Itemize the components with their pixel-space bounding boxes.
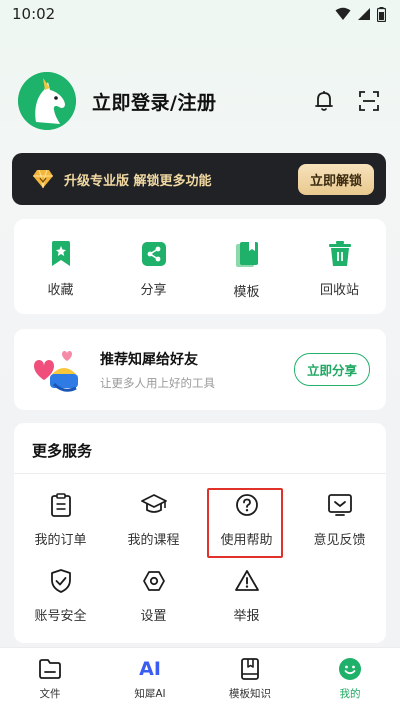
vip-upgrade-banner[interactable]: 升级专业版 解锁更多功能 立即解锁	[12, 153, 386, 205]
bell-icon[interactable]	[314, 90, 334, 112]
tab-template-knowledge[interactable]: 模板知识	[200, 648, 300, 711]
more-services-card: 更多服务 我的订单 我的课程 使用帮助 意见反馈 账号安全 设置 举报	[14, 423, 386, 643]
quick-actions-card: 收藏 分享 模板 回收站	[14, 219, 386, 314]
avatar[interactable]	[18, 72, 76, 130]
vip-promo-text: 升级专业版 解锁更多功能	[64, 173, 212, 189]
ai-icon: AI	[139, 658, 161, 680]
tab-zhixi-ai[interactable]: AI 知犀AI	[100, 648, 200, 711]
feedback-icon	[327, 494, 352, 516]
service-label: 我的订单	[34, 533, 87, 548]
unicorn-avatar-icon	[18, 72, 76, 130]
gear-icon	[142, 571, 165, 591]
divider	[14, 473, 386, 474]
scan-icon[interactable]	[358, 90, 380, 112]
profile-header: 立即登录/注册	[18, 70, 382, 132]
service-label: 举报	[233, 609, 260, 624]
service-my-orders[interactable]: 我的订单	[14, 493, 107, 548]
folder-icon	[39, 659, 61, 679]
share-icon	[141, 242, 166, 266]
tab-label: 知犀AI	[134, 688, 166, 700]
battery-icon	[377, 6, 386, 22]
tab-label: 模板知识	[229, 688, 271, 700]
status-bar: 10:02	[0, 0, 400, 28]
tab-mine[interactable]: 我的	[300, 648, 400, 711]
bookmark-icon	[51, 241, 70, 266]
template-icon	[235, 242, 258, 267]
service-my-courses[interactable]: 我的课程	[107, 493, 200, 548]
tab-label: 文件	[39, 688, 61, 700]
warning-icon	[234, 570, 259, 591]
clipboard-icon	[50, 493, 71, 517]
status-time: 10:02	[12, 5, 56, 23]
service-account-security[interactable]: 账号安全	[14, 569, 107, 624]
wifi-icon	[335, 7, 351, 20]
service-label: 我的课程	[127, 533, 180, 548]
share-card-title: 推荐知犀给好友	[100, 351, 198, 368]
help-highlight-box	[207, 488, 283, 558]
book-icon	[241, 658, 259, 680]
quick-action-label: 模板	[233, 285, 260, 300]
service-label: 设置	[140, 609, 167, 624]
quick-action-label: 收藏	[47, 283, 74, 298]
header-actions	[314, 90, 382, 112]
quick-action-recycle-bin[interactable]: 回收站	[293, 219, 386, 314]
graduation-cap-icon	[140, 494, 167, 513]
tab-files[interactable]: 文件	[0, 648, 100, 711]
bottom-tab-bar: 文件 AI 知犀AI 模板知识 我的	[0, 647, 400, 711]
service-settings[interactable]: 设置	[107, 569, 200, 624]
smile-icon	[339, 658, 361, 680]
share-now-button[interactable]: 立即分享	[293, 353, 370, 386]
share-card-subtitle: 让更多人用上好的工具	[100, 375, 215, 390]
quick-action-label: 回收站	[319, 283, 359, 298]
service-label: 意见反馈	[313, 533, 366, 548]
services-title: 更多服务	[32, 442, 93, 460]
service-feedback[interactable]: 意见反馈	[293, 493, 386, 548]
diamond-icon	[33, 169, 53, 189]
quick-action-templates[interactable]: 模板	[200, 219, 293, 314]
trash-icon	[328, 241, 351, 266]
status-icons	[335, 6, 386, 22]
service-report[interactable]: 举报	[200, 569, 293, 624]
tab-label: 我的	[339, 688, 361, 700]
quick-action-share[interactable]: 分享	[107, 219, 200, 314]
quick-action-favorites[interactable]: 收藏	[14, 219, 107, 314]
signal-icon	[358, 8, 370, 20]
recommend-share-card: 推荐知犀给好友 让更多人用上好的工具 立即分享	[14, 329, 386, 410]
service-label: 账号安全	[34, 609, 87, 624]
unlock-now-button[interactable]: 立即解锁	[297, 163, 374, 195]
shield-check-icon	[50, 569, 71, 593]
quick-action-label: 分享	[140, 283, 167, 298]
login-register-link[interactable]: 立即登录/注册	[92, 88, 216, 115]
gift-hearts-illustration-icon	[34, 350, 78, 392]
